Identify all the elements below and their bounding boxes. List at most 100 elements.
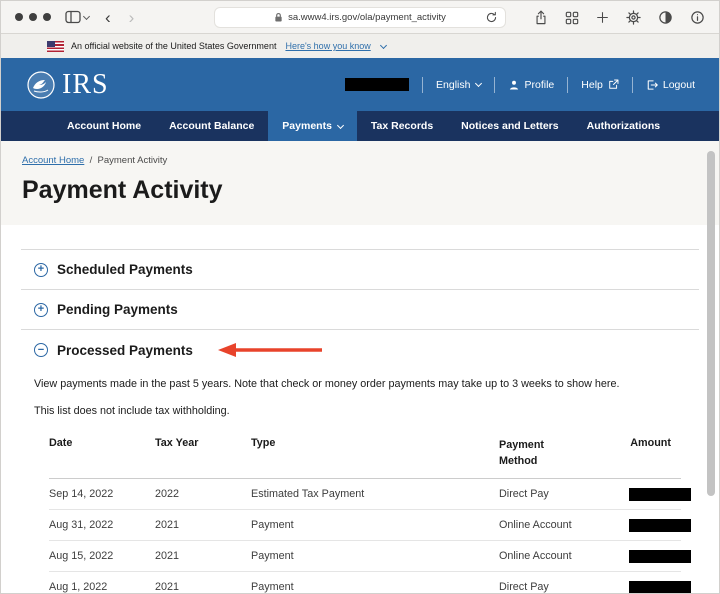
main-nav: Account Home Account Balance Payments Ta… [1, 111, 719, 141]
chevron-down-icon [474, 79, 482, 88]
cell-date: Aug 1, 2022 [49, 581, 108, 594]
accordion-processed-payments[interactable]: − Processed Payments [21, 329, 699, 370]
content: + Scheduled Payments + Pending Payments … [1, 225, 719, 594]
redacted-amount [629, 581, 691, 593]
extensions-grid-icon[interactable] [565, 11, 579, 25]
gov-banner-text: An official website of the United States… [71, 41, 277, 51]
redacted-amount [629, 488, 691, 502]
cell-type: Payment [251, 550, 294, 563]
accordion-label: Scheduled Payments [57, 262, 193, 277]
window-zoom-dot[interactable] [43, 13, 51, 21]
redacted-amount [629, 550, 691, 564]
payments-table: Date Tax Year Type Payment Method Amount… [49, 437, 691, 594]
processed-payments-panel: View payments made in the past 5 years. … [21, 378, 699, 594]
breadcrumb-account-home-link[interactable]: Account Home [22, 155, 84, 166]
irs-header: IRS English Profile Help Logout [1, 58, 719, 111]
cell-tax-year: 2021 [155, 581, 180, 594]
nav-notices-letters[interactable]: Notices and Letters [447, 111, 572, 141]
processed-description: View payments made in the past 5 years. … [34, 378, 620, 390]
red-annotation-arrow [217, 342, 326, 358]
cell-amount [629, 519, 691, 533]
help-link[interactable]: Help [581, 79, 619, 91]
accordion-pending-payments[interactable]: + Pending Payments [21, 289, 699, 329]
nav-tax-records[interactable]: Tax Records [357, 111, 447, 141]
window-minimize-dot[interactable] [29, 13, 37, 21]
nav-account-home[interactable]: Account Home [53, 111, 155, 141]
chevron-down-icon [82, 12, 91, 20]
cell-type: Payment [251, 581, 294, 594]
reader-contrast-icon[interactable] [658, 10, 673, 25]
back-button[interactable]: ‹ [105, 9, 111, 26]
info-icon[interactable] [690, 10, 705, 25]
settings-gear-icon[interactable] [626, 10, 641, 25]
lock-icon [274, 12, 283, 23]
cell-date: Sep 14, 2022 [49, 488, 114, 501]
how-you-know-link[interactable]: Here's how you know [285, 41, 370, 51]
irs-logo[interactable]: IRS [25, 69, 109, 101]
cell-payment-method: Direct Pay [499, 488, 549, 501]
table-row: Aug 31, 2022 2021 Payment Online Account [49, 510, 691, 542]
person-icon [509, 80, 518, 89]
browser-toolbar: ‹ › sa.www4.irs.gov/ola/payment_activity [1, 1, 719, 34]
table-row: Sep 14, 2022 2022 Estimated Tax Payment … [49, 479, 691, 511]
cell-tax-year: 2021 [155, 519, 180, 532]
page-title: Payment Activity [22, 176, 223, 204]
breadcrumb-separator: / [89, 155, 93, 166]
window-controls[interactable] [15, 13, 51, 21]
url-bar[interactable]: sa.www4.irs.gov/ola/payment_activity [214, 7, 506, 28]
cell-amount [629, 581, 691, 593]
nav-payments[interactable]: Payments [268, 111, 357, 141]
nav-account-balance[interactable]: Account Balance [155, 111, 268, 141]
profile-link[interactable]: Profile [508, 79, 554, 91]
cell-type: Estimated Tax Payment [251, 488, 365, 501]
cell-tax-year: 2021 [155, 550, 180, 563]
processed-note: This list does not include tax withholdi… [34, 405, 230, 417]
sidebar-toggle-button[interactable] [65, 10, 91, 24]
cell-date: Aug 31, 2022 [49, 519, 114, 532]
expand-plus-icon[interactable]: + [34, 302, 48, 317]
divider [422, 76, 424, 93]
irs-logo-text: IRS [62, 68, 109, 100]
sidebar-icon [65, 10, 81, 24]
logout-link[interactable]: Logout [646, 79, 695, 91]
divider [493, 76, 495, 93]
scrollbar-thumb[interactable] [707, 151, 715, 496]
cell-payment-method: Online Account [499, 519, 572, 532]
collapse-minus-icon[interactable]: − [34, 343, 48, 357]
browser-window: ‹ › sa.www4.irs.gov/ola/payment_activity [0, 0, 720, 594]
accordion-label: Processed Payments [57, 342, 193, 358]
cell-amount [629, 550, 691, 564]
toolbar-right-icons [534, 1, 705, 34]
chevron-down-icon [336, 121, 344, 129]
redacted-username [345, 78, 410, 91]
language-dropdown[interactable]: English [436, 79, 482, 91]
gov-banner: An official website of the United States… [1, 34, 719, 58]
breadcrumb: Account Home / Payment Activity [22, 155, 698, 166]
cell-date: Aug 15, 2022 [49, 550, 114, 563]
nav-authorizations[interactable]: Authorizations [573, 111, 675, 141]
col-header-type: Type [251, 437, 276, 449]
table-row: Aug 1, 2022 2021 Payment Direct Pay [49, 572, 691, 594]
irs-eagle-icon [27, 70, 55, 99]
chevron-down-icon[interactable] [379, 41, 387, 49]
cell-type: Payment [251, 519, 294, 532]
accordion-scheduled-payments[interactable]: + Scheduled Payments [21, 249, 699, 289]
window-close-dot[interactable] [15, 13, 23, 21]
logout-icon [647, 79, 658, 90]
table-row: Aug 15, 2022 2021 Payment Online Account [49, 541, 691, 573]
page-head: Account Home / Payment Activity Payment … [1, 141, 719, 225]
col-header-amount: Amount [630, 437, 671, 449]
share-icon[interactable] [534, 10, 548, 25]
col-header-tax-year: Tax Year [155, 437, 199, 449]
url-text: sa.www4.irs.gov/ola/payment_activity [288, 12, 446, 23]
table-header-row: Date Tax Year Type Payment Method Amount [49, 437, 681, 480]
redacted-amount [629, 519, 691, 533]
col-header-date: Date [49, 437, 73, 449]
expand-plus-icon[interactable]: + [34, 262, 48, 277]
cell-tax-year: 2022 [155, 488, 180, 501]
external-link-icon [609, 79, 619, 89]
new-tab-plus-icon[interactable] [596, 11, 609, 24]
forward-button[interactable]: › [129, 9, 135, 26]
reload-icon[interactable] [485, 11, 498, 24]
cell-amount [629, 488, 691, 502]
